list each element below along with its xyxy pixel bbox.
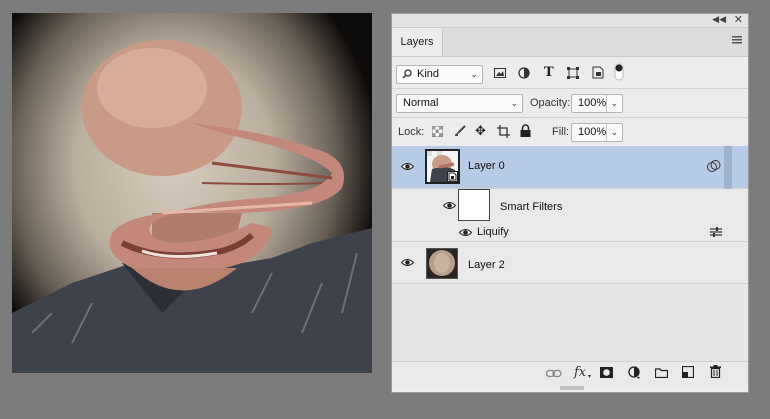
trash-icon[interactable] bbox=[710, 365, 721, 378]
smart-filters-group: Smart Filters Liquify bbox=[392, 189, 748, 242]
liquified-portrait-image bbox=[12, 40, 372, 373]
new-layer-icon[interactable] bbox=[682, 366, 694, 378]
layer-thumbnail[interactable] bbox=[426, 248, 458, 279]
lock-transparent-pixels-icon[interactable] bbox=[432, 126, 443, 137]
blend-row: Normal ⌄ Opacity: 100% ⌄ bbox=[392, 89, 748, 118]
mask-icon[interactable] bbox=[600, 367, 613, 378]
smart-filter-options-icon[interactable] bbox=[707, 160, 721, 173]
fill-value: 100% bbox=[578, 126, 607, 138]
opacity-field[interactable]: 100% ⌄ bbox=[571, 94, 623, 113]
tab-layers[interactable]: Layers bbox=[392, 28, 443, 56]
resize-grip-icon[interactable] bbox=[560, 386, 584, 391]
fx-dropdown-chevron-icon[interactable]: ▾ bbox=[588, 373, 591, 380]
folder-icon[interactable] bbox=[655, 368, 668, 378]
layers-scrollbar[interactable] bbox=[724, 146, 732, 189]
kind-label: Kind bbox=[417, 68, 440, 80]
layers-list[interactable]: Layer 0 ⌃ Smart Filters Liquify bbox=[392, 146, 748, 361]
liquify-filter-label[interactable]: Liquify bbox=[477, 226, 509, 238]
lock-all-icon[interactable] bbox=[520, 124, 531, 137]
eye-icon[interactable] bbox=[401, 162, 414, 171]
layers-panel: ◀◀ ✕ Layers Kind ⌄ T Normal ⌄ Opacity: 1… bbox=[391, 13, 749, 393]
hamburger-menu-icon[interactable] bbox=[732, 36, 742, 44]
fx-icon[interactable]: fx bbox=[574, 365, 586, 380]
layer-thumbnail[interactable] bbox=[425, 149, 460, 184]
lock-position-icon[interactable]: ✥ bbox=[475, 123, 486, 139]
shape-filter-icon[interactable] bbox=[567, 67, 579, 79]
blend-mode-value: Normal bbox=[403, 97, 439, 109]
close-icon[interactable]: ✕ bbox=[734, 13, 743, 26]
lock-image-pixels-icon[interactable] bbox=[454, 125, 466, 137]
document-canvas[interactable] bbox=[12, 13, 372, 373]
opacity-label: Opacity: bbox=[530, 97, 571, 109]
opacity-value: 100% bbox=[578, 97, 607, 109]
adjustment-layer-icon[interactable] bbox=[628, 366, 641, 379]
fill-label: Fill: bbox=[552, 126, 570, 138]
chevron-down-icon[interactable]: ⌄ bbox=[606, 95, 618, 112]
type-filter-icon[interactable]: T bbox=[544, 65, 554, 80]
layer-row-layer-0[interactable]: Layer 0 ⌃ bbox=[392, 146, 748, 189]
smart-filters-label[interactable]: Smart Filters bbox=[500, 201, 562, 213]
adjustment-filter-icon[interactable] bbox=[518, 67, 530, 79]
layer-name[interactable]: Layer 0 bbox=[468, 160, 505, 172]
layers-bottom-toolbar: fx ▾ bbox=[392, 361, 748, 386]
layer-name[interactable]: Layer 2 bbox=[468, 259, 505, 271]
filter-row: Kind ⌄ T bbox=[392, 60, 748, 89]
eye-icon[interactable] bbox=[443, 201, 456, 210]
blend-mode-dropdown[interactable]: Normal ⌄ bbox=[396, 94, 523, 113]
panel-title-bar: ◀◀ ✕ bbox=[392, 14, 748, 28]
double-chevron-icon[interactable]: ◀◀ bbox=[712, 14, 726, 25]
fill-field[interactable]: 100% ⌄ bbox=[571, 123, 623, 142]
image-filter-icon[interactable] bbox=[494, 68, 506, 78]
layer-row-layer-2[interactable]: Layer 2 bbox=[392, 242, 748, 284]
lock-row: Lock: ✥ Fill: 100% ⌄ bbox=[392, 118, 748, 147]
chevron-down-icon: ⌄ bbox=[470, 69, 478, 79]
tab-bar: Layers bbox=[392, 28, 748, 57]
chevron-down-icon[interactable]: ⌄ bbox=[606, 124, 618, 141]
smart-filter-mask-thumbnail[interactable] bbox=[458, 189, 490, 221]
lock-label: Lock: bbox=[398, 126, 425, 138]
eye-icon[interactable] bbox=[459, 228, 472, 237]
link-icon[interactable] bbox=[546, 369, 562, 378]
filter-blending-options-icon[interactable] bbox=[710, 227, 722, 237]
smart-object-badge-icon bbox=[447, 171, 458, 182]
kind-filter-dropdown[interactable]: Kind ⌄ bbox=[396, 65, 483, 84]
chevron-down-icon: ⌄ bbox=[510, 98, 518, 108]
layer-2-thumbnail-image bbox=[429, 250, 455, 276]
lock-artboard-icon[interactable] bbox=[497, 125, 510, 138]
filter-toggle-icon[interactable] bbox=[614, 63, 624, 81]
eye-icon[interactable] bbox=[401, 258, 414, 267]
smart-object-filter-icon[interactable] bbox=[592, 66, 604, 79]
search-icon bbox=[402, 69, 412, 79]
